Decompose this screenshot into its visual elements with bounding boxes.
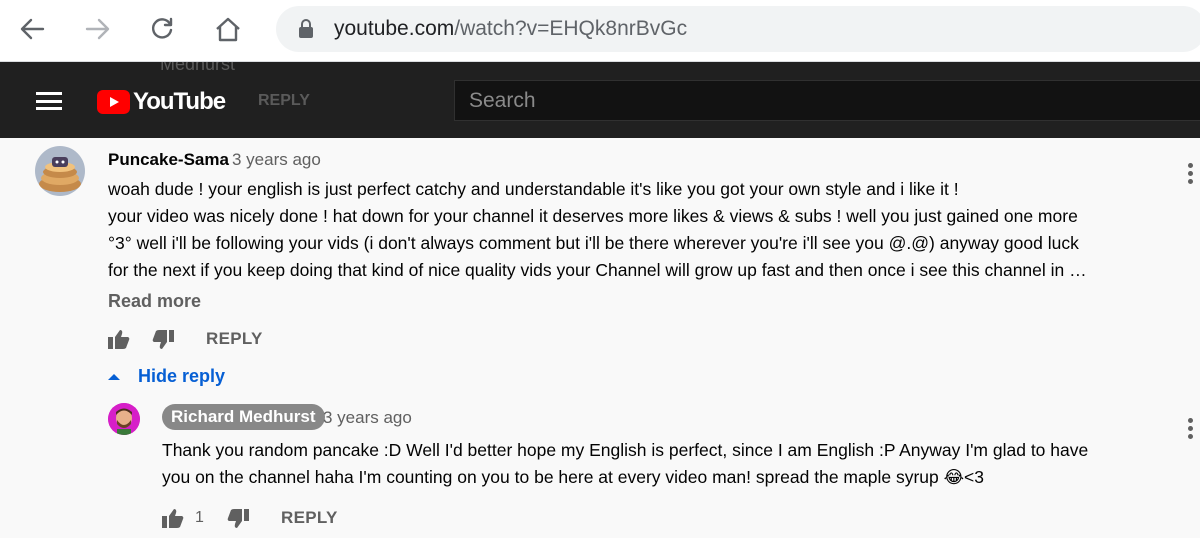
lock-icon [299, 19, 313, 38]
comment-line: for the next if you keep doing that kind… [108, 260, 1087, 280]
channel-owner-badge[interactable]: Richard Medhurst [162, 404, 325, 430]
reply-button[interactable]: REPLY [281, 508, 338, 528]
search-box[interactable] [454, 80, 1200, 121]
comment-text: woah dude ! your english is just perfect… [108, 176, 1188, 284]
reload-icon [151, 17, 173, 39]
forward-icon [85, 18, 110, 40]
comment-timestamp[interactable]: 3 years ago [232, 150, 321, 170]
more-options-icon[interactable] [1188, 418, 1194, 442]
back-icon [20, 18, 45, 40]
comment-line: woah dude ! your english is just perfect… [108, 179, 959, 199]
play-icon [97, 90, 130, 114]
person-avatar-icon [108, 403, 140, 435]
comment-author[interactable]: Puncake-Sama [108, 150, 229, 170]
reply-line: Thank you random pancake :D Well I'd bet… [162, 440, 1089, 460]
avatar[interactable] [35, 146, 85, 196]
menu-icon[interactable] [36, 92, 62, 110]
back-button[interactable] [10, 9, 54, 49]
thumbs-down-icon[interactable] [227, 509, 249, 529]
pancake-avatar-icon [35, 146, 85, 196]
read-more-link[interactable]: Read more [108, 291, 201, 312]
hide-reply-toggle[interactable]: Hide reply [108, 366, 225, 387]
home-button[interactable] [206, 9, 250, 49]
reply-text: Thank you random pancake :D Well I'd bet… [162, 437, 1182, 491]
home-icon [216, 17, 240, 42]
more-options-icon[interactable] [1188, 163, 1194, 187]
underlying-author-text: Medhurst [160, 62, 236, 74]
youtube-masthead: Medhurst REPLY YouTube [0, 62, 1200, 138]
thumbs-up-icon[interactable] [162, 508, 184, 528]
reply-timestamp[interactable]: 3 years ago [323, 408, 412, 428]
underlying-reply-text: REPLY [258, 92, 310, 109]
chevron-up-icon [108, 373, 120, 380]
comment-line: °3° well i'll be following your vids (i … [108, 233, 1079, 253]
url-path: /watch?v=EHQk8nrBvGc [454, 17, 688, 40]
forward-button[interactable] [76, 9, 120, 49]
browser-toolbar: youtube.com/watch?v=EHQk8nrBvGc [0, 0, 1200, 62]
thumbs-down-icon[interactable] [152, 330, 174, 350]
reply-button[interactable]: REPLY [206, 329, 263, 349]
url-text: youtube.com/watch?v=EHQk8nrBvGc [334, 17, 687, 41]
thumbs-up-icon[interactable] [108, 329, 130, 349]
like-count: 1 [195, 509, 204, 526]
hide-reply-label: Hide reply [138, 366, 226, 386]
address-bar[interactable]: youtube.com/watch?v=EHQk8nrBvGc [276, 6, 1200, 52]
reload-button[interactable] [140, 9, 184, 49]
search-input[interactable] [455, 81, 1200, 120]
reply-avatar[interactable] [108, 403, 140, 435]
youtube-logo-text: YouTube [133, 88, 226, 115]
url-host: youtube.com [334, 17, 455, 40]
youtube-logo[interactable]: YouTube [97, 88, 226, 116]
comment-line: your video was nicely done ! hat down fo… [108, 206, 1078, 226]
reply-line: you on the channel haha I'm counting on … [162, 467, 985, 487]
